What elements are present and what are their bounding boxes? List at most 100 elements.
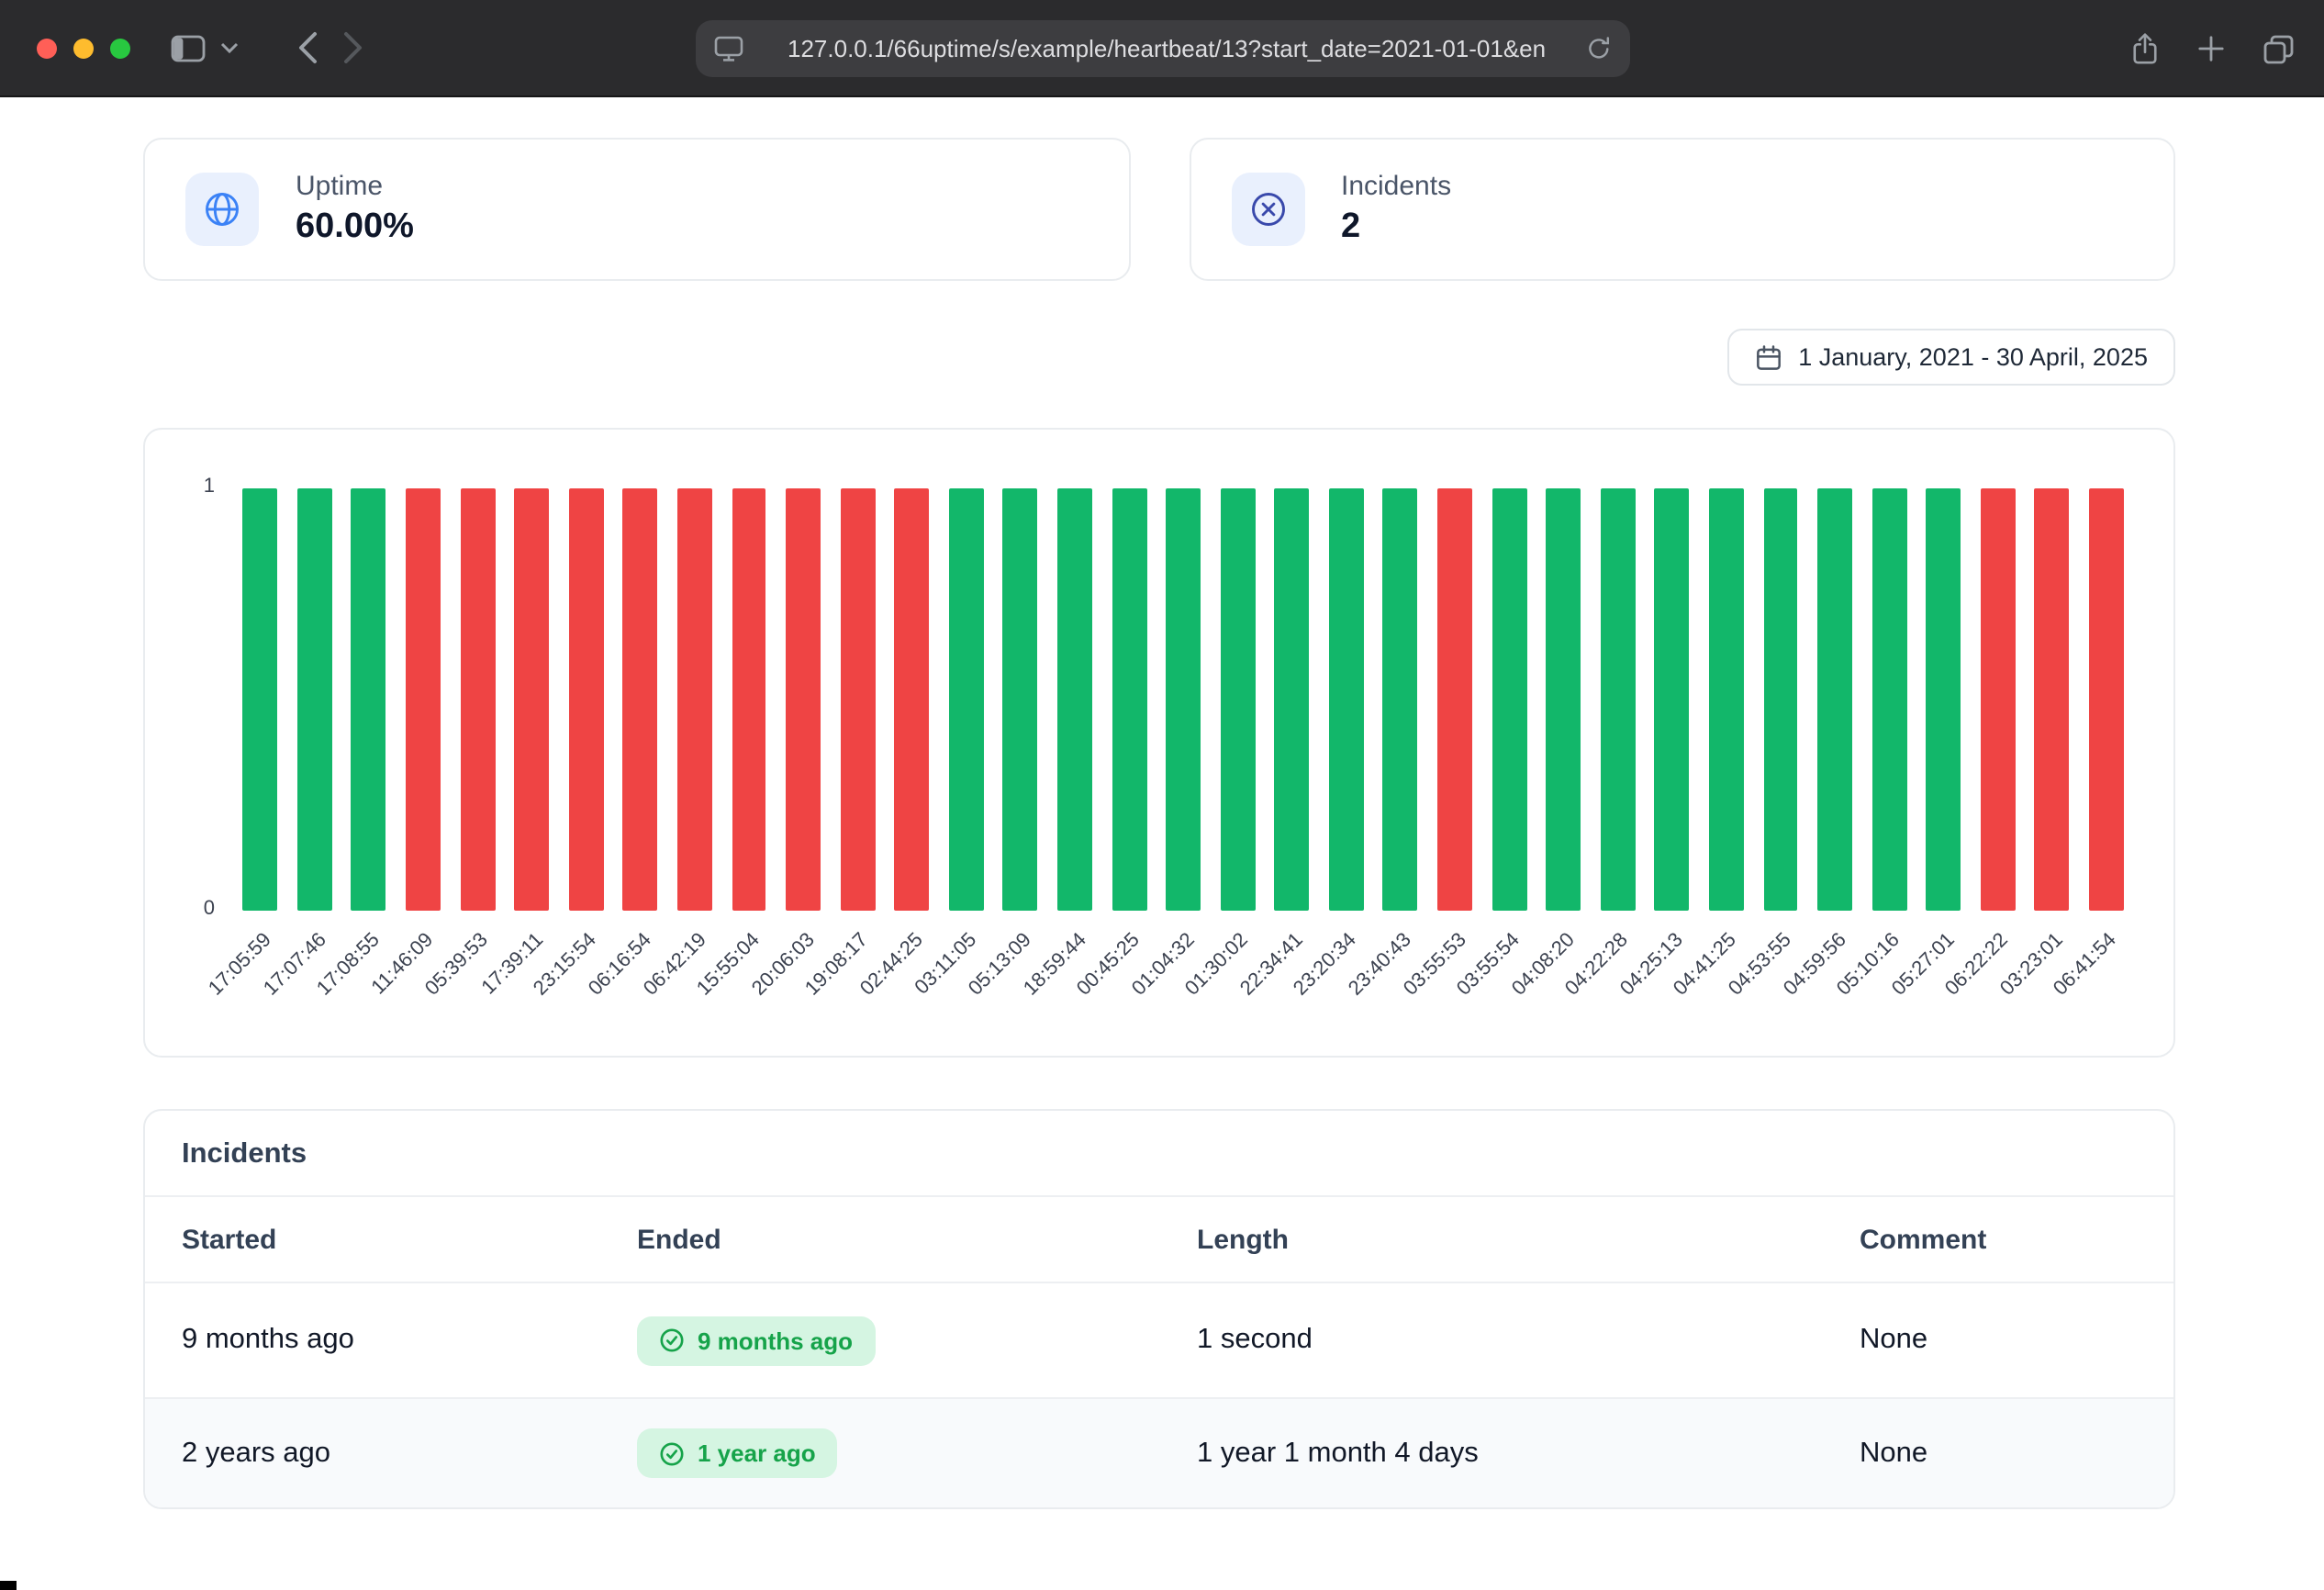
- page-format-icon: [714, 35, 743, 62]
- back-button[interactable]: [297, 31, 318, 64]
- heartbeat-bar-up[interactable]: [1655, 488, 1690, 911]
- heartbeat-bar-down[interactable]: [514, 488, 549, 911]
- heartbeat-bar-down[interactable]: [1981, 488, 2016, 911]
- bar-slot: [993, 488, 1047, 911]
- heartbeat-bar-up[interactable]: [1492, 488, 1526, 911]
- x-circle-icon: [1231, 173, 1304, 246]
- bar-slot: [559, 488, 613, 911]
- incident-length: 1 year 1 month 4 days: [1197, 1437, 1860, 1470]
- heartbeat-bar-down[interactable]: [840, 488, 875, 911]
- bar-slot: [2025, 488, 2079, 911]
- uptime-label: Uptime: [296, 171, 414, 202]
- heartbeat-bar-up[interactable]: [1709, 488, 1744, 911]
- heartbeat-bar-up[interactable]: [1546, 488, 1581, 911]
- heartbeat-bar-up[interactable]: [1220, 488, 1255, 911]
- bar-slot: [1373, 488, 1427, 911]
- incident-ended-badge: 9 months ago: [637, 1316, 875, 1365]
- heartbeat-bar-up[interactable]: [352, 488, 386, 911]
- heartbeat-bar-up[interactable]: [297, 488, 332, 911]
- bar-slot: [1645, 488, 1699, 911]
- incident-comment: None: [1860, 1324, 2137, 1357]
- x-axis-labels: 17:05:5917:07:4617:08:5511:46:0905:39:53…: [233, 911, 2133, 1058]
- bar-slot: [1482, 488, 1536, 911]
- bar-slot: [613, 488, 667, 911]
- bar-slot: [1699, 488, 1753, 911]
- heartbeat-bar-up[interactable]: [243, 488, 278, 911]
- heartbeat-bar-up[interactable]: [1383, 488, 1418, 911]
- y-axis-tick-label: 1: [167, 476, 215, 498]
- bar-slot: [1102, 488, 1156, 911]
- browser-window: 127.0.0.1/66uptime/s/example/heartbeat/1…: [0, 0, 2324, 1590]
- bar-slot: [233, 488, 287, 911]
- heartbeat-bar-down[interactable]: [895, 488, 930, 911]
- close-window-button[interactable]: [37, 38, 57, 58]
- bar-slot: [1156, 488, 1211, 911]
- bar-slot: [1862, 488, 1916, 911]
- forward-button[interactable]: [343, 31, 363, 64]
- bar-slot: [1319, 488, 1373, 911]
- heartbeat-bar-up[interactable]: [1763, 488, 1798, 911]
- table-header-row: Started Ended Length Comment: [145, 1195, 2173, 1283]
- bar-slot: [1047, 488, 1101, 911]
- heartbeat-bar-up[interactable]: [1817, 488, 1852, 911]
- heartbeat-bar-down[interactable]: [460, 488, 495, 911]
- heartbeat-bar-down[interactable]: [2035, 488, 2070, 911]
- column-header-ended: Ended: [637, 1224, 1197, 1255]
- chevron-down-icon[interactable]: [220, 42, 239, 53]
- new-tab-icon[interactable]: [2197, 35, 2225, 62]
- bar-slot: [1753, 488, 1807, 911]
- heartbeat-bar-up[interactable]: [1275, 488, 1310, 911]
- heartbeat-bar-down[interactable]: [677, 488, 712, 911]
- heartbeat-bar-down[interactable]: [406, 488, 441, 911]
- bar-series: [233, 488, 2133, 911]
- heartbeat-bar-up[interactable]: [1871, 488, 1906, 911]
- heartbeat-bar-up[interactable]: [1166, 488, 1201, 911]
- tab-overview-icon[interactable]: [2263, 34, 2295, 63]
- heartbeat-bar-up[interactable]: [1057, 488, 1092, 911]
- heartbeat-bar-up[interactable]: [1003, 488, 1038, 911]
- heartbeat-chart: 0 1 17:05:5917:07:4617:08:5511:46:0905:39…: [143, 428, 2175, 1058]
- column-header-length: Length: [1197, 1224, 1860, 1255]
- zoom-window-button[interactable]: [110, 38, 130, 58]
- incidents-table-title: Incidents: [145, 1111, 2173, 1195]
- bar-slot: [1536, 488, 1591, 911]
- incident-started: 9 months ago: [182, 1324, 637, 1357]
- bar-slot: [1591, 488, 1645, 911]
- heartbeat-bar-up[interactable]: [1112, 488, 1146, 911]
- heartbeat-bar-down[interactable]: [623, 488, 658, 911]
- incident-ended: 1 year ago: [698, 1439, 816, 1467]
- calendar-icon: [1754, 342, 1782, 372]
- reload-icon[interactable]: [1586, 35, 1612, 62]
- heartbeat-bar-up[interactable]: [1601, 488, 1636, 911]
- incidents-value: 2: [1341, 207, 1451, 248]
- heartbeat-bar-down[interactable]: [569, 488, 604, 911]
- date-range-picker-button[interactable]: 1 January, 2021 - 30 April, 2025: [1726, 329, 2175, 386]
- heartbeat-bar-down[interactable]: [1437, 488, 1472, 911]
- heartbeat-bar-up[interactable]: [1329, 488, 1364, 911]
- table-row: 9 months ago 9 months ago 1 second None: [145, 1283, 2173, 1397]
- uptime-stat-card: Uptime 60.00%: [143, 138, 1130, 281]
- bar-slot: [1971, 488, 2025, 911]
- heartbeat-bar-down[interactable]: [786, 488, 821, 911]
- heartbeat-bar-down[interactable]: [2089, 488, 2124, 911]
- bar-slot: [1916, 488, 1971, 911]
- share-icon[interactable]: [2131, 31, 2159, 66]
- bar-slot: [1427, 488, 1481, 911]
- table-row: 2 years ago 1 year ago 1 year 1 month 4 …: [145, 1397, 2173, 1507]
- y-axis-tick-label: 0: [167, 898, 215, 920]
- bar-slot: [939, 488, 993, 911]
- address-bar[interactable]: 127.0.0.1/66uptime/s/example/heartbeat/1…: [696, 20, 1630, 77]
- url-text: 127.0.0.1/66uptime/s/example/heartbeat/1…: [788, 35, 1586, 62]
- incident-started: 2 years ago: [182, 1437, 637, 1470]
- heartbeat-bar-up[interactable]: [1927, 488, 1961, 911]
- sidebar-toggle-icon[interactable]: [171, 34, 206, 62]
- bar-slot: [1211, 488, 1265, 911]
- heartbeat-bar-down[interactable]: [732, 488, 766, 911]
- heartbeat-bar-up[interactable]: [949, 488, 984, 911]
- bar-slot: [396, 488, 450, 911]
- bar-slot: [451, 488, 505, 911]
- column-header-started: Started: [182, 1224, 637, 1255]
- minimize-window-button[interactable]: [73, 38, 94, 58]
- bar-slot: [831, 488, 885, 911]
- bar-slot: [505, 488, 559, 911]
